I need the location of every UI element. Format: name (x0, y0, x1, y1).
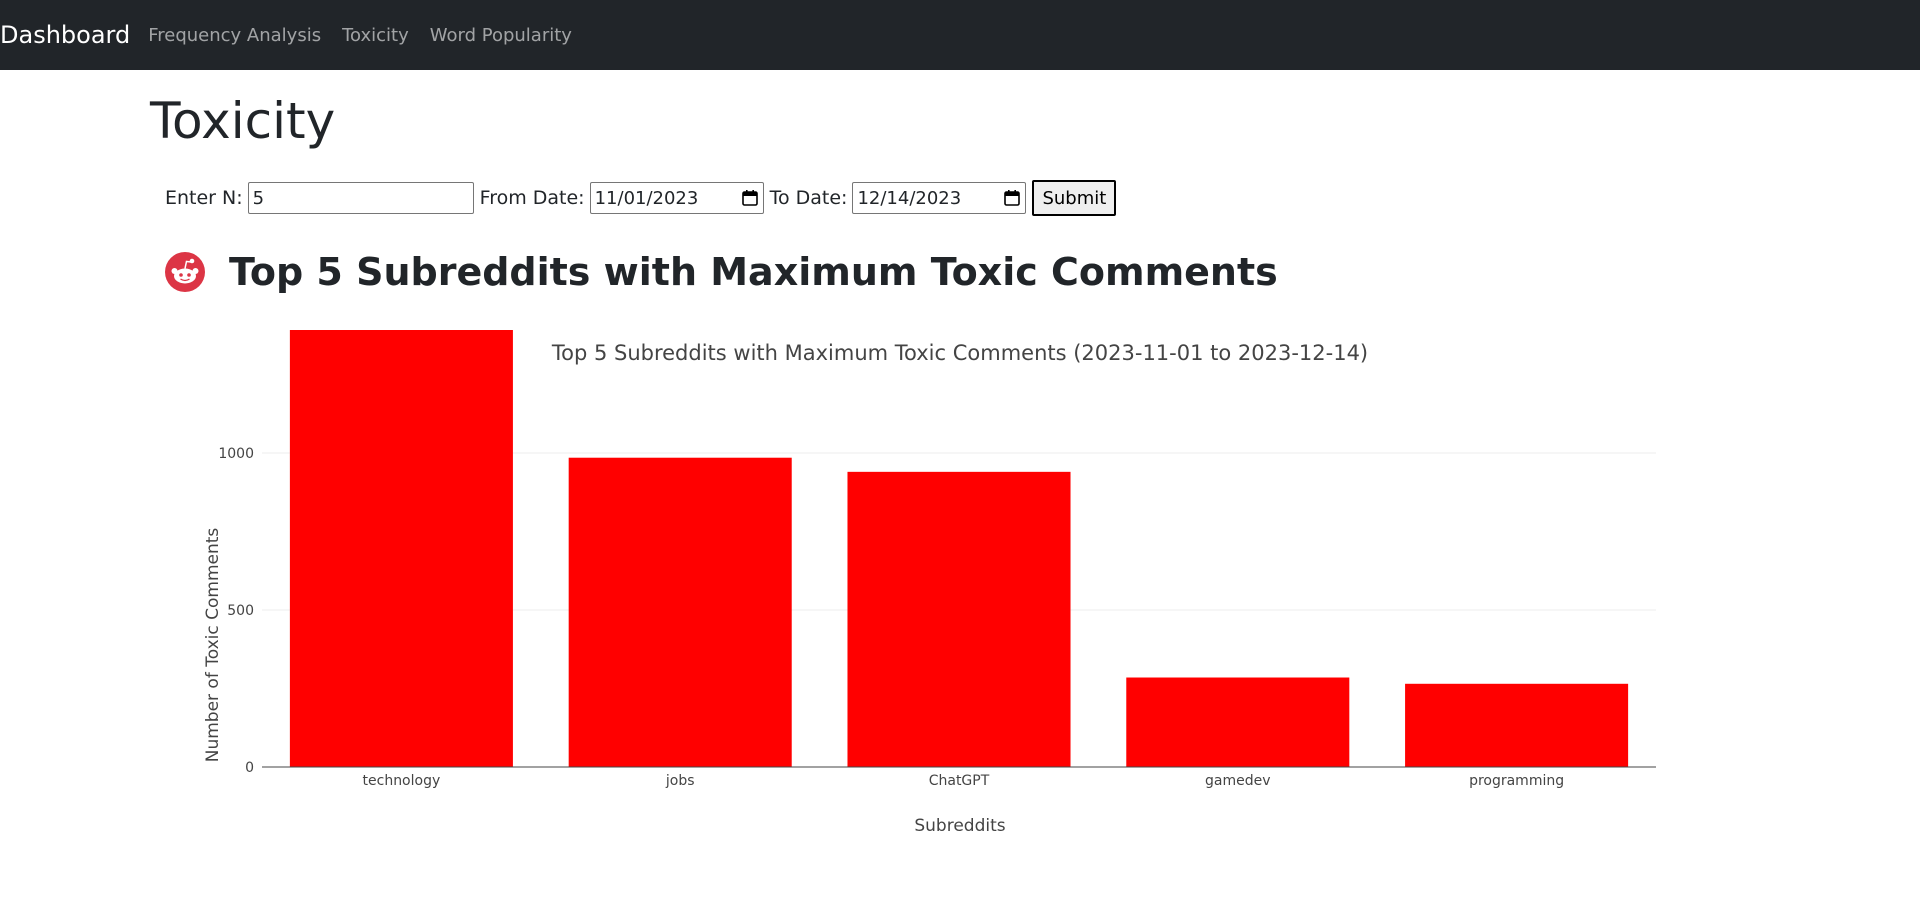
x-tick-label: ChatGPT (929, 773, 990, 789)
x-tick-label: programming (1469, 773, 1564, 789)
to-date-value: 12/14/2023 (857, 187, 962, 209)
page-title: Toxicity (150, 92, 336, 150)
filter-form: Enter N: From Date: 11/01/2023 To Date: … (165, 180, 1117, 216)
chart-title: Top 5 Subreddits with Maximum Toxic Comm… (551, 341, 1368, 365)
brand-link[interactable]: Dashboard (0, 21, 130, 49)
section-header: Top 5 Subreddits with Maximum Toxic Comm… (165, 250, 1278, 294)
nav-link-word-popularity[interactable]: Word Popularity (430, 25, 572, 46)
bar-programming (1405, 683, 1629, 767)
x-tick-label: jobs (665, 773, 695, 789)
nav-link-frequency-analysis[interactable]: Frequency Analysis (148, 25, 321, 46)
nav-link-toxicity[interactable]: Toxicity (342, 25, 409, 46)
bar-technology (289, 330, 513, 767)
to-date-label: To Date: (769, 187, 848, 209)
submit-button[interactable]: Submit (1032, 180, 1117, 216)
n-label: Enter N: (165, 187, 243, 209)
x-axis-title: Subreddits (914, 816, 1005, 836)
reddit-icon (165, 252, 205, 292)
bar-gamedev (1126, 677, 1350, 767)
y-tick-label: 500 (227, 603, 254, 619)
to-date-input[interactable]: 12/14/2023 (852, 182, 1027, 214)
calendar-icon[interactable] (1003, 189, 1021, 207)
bar-jobs (568, 457, 792, 767)
x-tick-label: gamedev (1205, 773, 1271, 789)
y-tick-label: 1000 (218, 446, 254, 462)
from-date-input[interactable]: 11/01/2023 (589, 182, 764, 214)
x-tick-label: technology (363, 773, 441, 789)
y-axis-title: Number of Toxic Comments (203, 528, 223, 763)
bar-chart: Top 5 Subreddits with Maximum Toxic Comm… (203, 330, 1656, 836)
bar-chatgpt (847, 471, 1071, 767)
calendar-icon[interactable] (741, 189, 759, 207)
top-navbar: Dashboard Frequency Analysis Toxicity Wo… (0, 0, 1920, 70)
from-date-label: From Date: (479, 187, 585, 209)
section-title: Top 5 Subreddits with Maximum Toxic Comm… (229, 250, 1278, 294)
n-input[interactable] (247, 182, 474, 214)
from-date-value: 11/01/2023 (594, 187, 699, 209)
y-tick-label: 0 (245, 760, 254, 776)
